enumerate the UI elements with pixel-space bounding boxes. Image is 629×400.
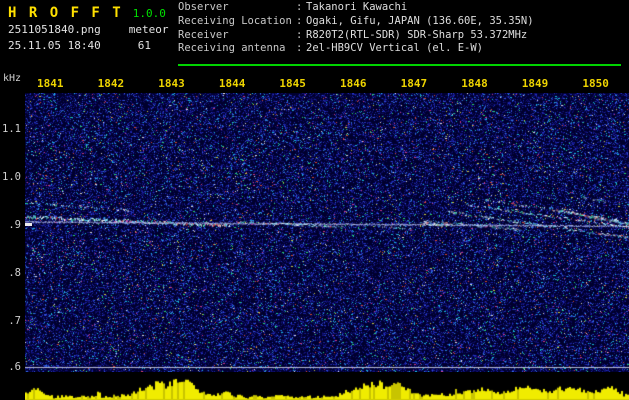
info-row-location: Receiving Location: Ogaki, Gifu, JAPAN (1… bbox=[178, 15, 534, 29]
time-tick-label: 1849 bbox=[521, 77, 549, 90]
info-value: 2el-HB9CV Vertical (el. E-W) bbox=[306, 42, 484, 55]
freq-tick-label: .6 bbox=[8, 361, 21, 373]
time-tick-label: 1845 bbox=[279, 77, 306, 90]
app-title: H R O F F T bbox=[8, 5, 123, 21]
info-label: Receiving antenna bbox=[178, 42, 286, 55]
info-colon: : bbox=[296, 42, 303, 55]
capture-datetime: 25.11.05 18:40 bbox=[8, 39, 101, 52]
hrofft-window: H R O F F T 1.0.0 2511051840.png meteor 25… bbox=[0, 0, 629, 400]
freq-tick-label: 1.0 bbox=[2, 171, 21, 183]
info-colon: : bbox=[296, 28, 303, 41]
mode-label: meteor bbox=[128, 23, 169, 36]
header-file-row: 2511051840.png meteor bbox=[8, 23, 168, 36]
time-tick-label: 1850 bbox=[582, 77, 609, 90]
target-frequency-marker bbox=[25, 223, 32, 226]
info-colon: : bbox=[296, 1, 303, 13]
spectrogram-canvas bbox=[25, 93, 629, 372]
info-label: Receiving Location bbox=[178, 14, 292, 27]
time-tick-label: 1847 bbox=[400, 77, 428, 90]
header-time-row: 25.11.05 18:40 61 bbox=[8, 39, 151, 52]
info-row-antenna: Receiving antenna:2el-HB9CV Vertical (el… bbox=[178, 42, 534, 56]
time-tick-label: 1848 bbox=[461, 77, 488, 90]
app-version: 1.0.0 bbox=[132, 7, 166, 20]
header-divider bbox=[178, 64, 621, 66]
freq-tick-label: .8 bbox=[8, 267, 21, 279]
signal-level-canvas bbox=[25, 374, 629, 400]
time-tick-label: 1846 bbox=[340, 77, 367, 90]
echo-count: 61 bbox=[137, 39, 151, 52]
info-label: Receiver bbox=[178, 28, 229, 41]
time-tick-label: 1843 bbox=[158, 77, 185, 90]
header-title-row: H R O F F T 1.0.0 bbox=[8, 2, 166, 21]
station-info: Observer: Takanori Kawachi Receiving Loca… bbox=[178, 1, 534, 56]
freq-tick-label: .7 bbox=[8, 315, 21, 327]
time-tick-label: 1842 bbox=[97, 77, 125, 90]
info-colon: : bbox=[296, 14, 303, 27]
info-row-receiver: Receiver: R820T2(RTL-SDR) SDR-Sharp 53.37… bbox=[178, 29, 534, 43]
info-value: Ogaki, Gifu, JAPAN (136.60E, 35.35N) bbox=[306, 14, 534, 27]
time-axis: 1841 1842 1843 1844 1845 1846 1847 1848 … bbox=[20, 77, 626, 91]
capture-filename: 2511051840.png bbox=[8, 23, 101, 36]
info-label: Observer bbox=[178, 1, 229, 13]
freq-tick-label: 1.1 bbox=[2, 123, 21, 135]
info-value: Takanori Kawachi bbox=[306, 1, 408, 13]
info-row-observer: Observer: Takanori Kawachi bbox=[178, 1, 534, 15]
time-tick-label: 1841 bbox=[37, 77, 64, 90]
freq-unit-label: kHz bbox=[3, 73, 22, 84]
freq-tick-label: .9 bbox=[8, 219, 21, 231]
time-tick-label: 1844 bbox=[218, 77, 246, 90]
info-value: R820T2(RTL-SDR) SDR-Sharp 53.372MHz bbox=[306, 28, 528, 41]
